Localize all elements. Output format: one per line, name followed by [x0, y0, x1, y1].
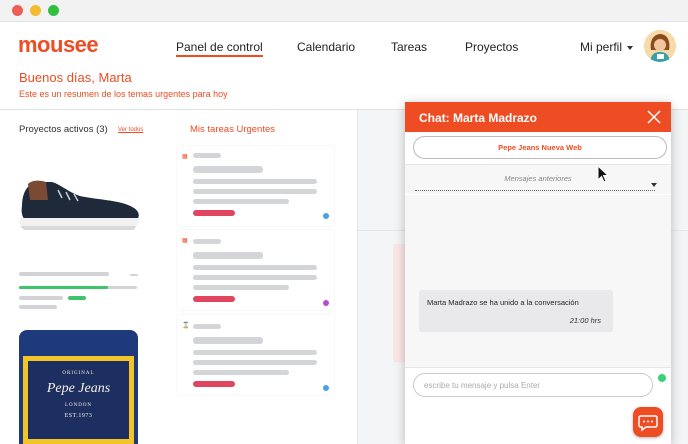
see-all-projects-link[interactable]: Ver todos	[118, 127, 143, 133]
nav-tareas[interactable]: Tareas	[391, 40, 427, 54]
task-text-placeholder	[193, 360, 317, 365]
task-date-placeholder	[193, 324, 221, 329]
chat-message-bubble: Marta Madrazo se ha unido a la conversac…	[419, 290, 613, 332]
task-text-placeholder	[193, 199, 289, 204]
nav-panel-de-control[interactable]: Panel de control	[176, 40, 263, 57]
chat-project-button[interactable]: Pepe Jeans Nueva Web	[413, 136, 667, 159]
task-date-placeholder	[193, 153, 221, 158]
dotted-divider	[415, 190, 655, 191]
chat-bubble-icon	[638, 415, 658, 432]
chat-title: Chat: Marta Madrazo	[419, 111, 538, 125]
urgent-task-card[interactable]: ▦	[177, 146, 334, 226]
task-tag	[193, 296, 235, 302]
app-window: mousee Panel de control Calendario Tarea…	[0, 0, 688, 444]
logo-est-text: EST.1973	[64, 413, 93, 419]
projects-title: Proyectos activos (3)	[19, 124, 108, 135]
task-title-placeholder	[193, 252, 263, 259]
greeting-subtitle: Este es un resumen de los temas urgentes…	[19, 89, 228, 99]
chat-message-time: 21:00 hrs	[569, 316, 601, 325]
hourglass-icon: ⌛	[182, 323, 190, 329]
logo-original-text: ORIGINAL	[62, 371, 95, 376]
profile-menu[interactable]: Mi perfil	[580, 40, 634, 54]
task-text-placeholder	[193, 179, 317, 184]
highlight-strip	[393, 244, 405, 362]
task-text-placeholder	[193, 285, 289, 290]
project-detail-placeholder	[19, 305, 57, 309]
mouse-cursor-icon	[597, 165, 609, 183]
chevron-down-icon[interactable]	[651, 183, 657, 187]
minimize-window-button[interactable]	[30, 5, 41, 16]
task-text-placeholder	[193, 189, 317, 194]
sneaker-product-image[interactable]	[18, 170, 142, 234]
top-header: mousee Panel de control Calendario Tarea…	[0, 22, 688, 64]
pepe-jeans-project-card[interactable]: ORIGINAL Pepe Jeans LONDON EST.1973	[19, 330, 138, 444]
logo-frame: ORIGINAL Pepe Jeans LONDON EST.1973	[26, 359, 131, 441]
chat-input-wrapper	[413, 373, 653, 397]
previous-messages-dropdown[interactable]: Mensajes anteriores	[405, 164, 671, 194]
task-text-placeholder	[193, 370, 289, 375]
project-progress-fill	[19, 286, 108, 289]
project-progress-bar	[19, 286, 137, 289]
logo-brand-text: Pepe Jeans	[46, 381, 111, 396]
project-status-pill	[68, 296, 86, 300]
task-date-placeholder	[193, 239, 221, 244]
project-name-placeholder	[19, 272, 109, 276]
user-avatar-icon[interactable]	[644, 30, 676, 62]
greeting-title: Buenos días, Marta	[19, 70, 132, 85]
chevron-down-icon	[627, 45, 634, 50]
previous-messages-label: Mensajes anteriores	[504, 174, 572, 183]
chat-panel: Chat: Marta Madrazo Pepe Jeans Nueva Web…	[405, 102, 671, 444]
logo-london-text: LONDON	[64, 403, 93, 408]
profile-label: Mi perfil	[580, 40, 623, 54]
task-text-placeholder	[193, 350, 317, 355]
calendar-icon: ▦	[182, 238, 188, 244]
calendar-icon: ▦	[182, 154, 188, 160]
task-text-placeholder	[193, 275, 317, 280]
mousee-logo[interactable]: mousee	[18, 32, 99, 58]
chat-input-divider	[405, 367, 671, 368]
close-window-button[interactable]	[12, 5, 23, 16]
urgent-task-card[interactable]: ⌛	[177, 315, 334, 395]
task-tag	[193, 381, 235, 387]
urgent-tasks-title: Mis tareas Urgentes	[190, 124, 276, 135]
task-text-placeholder	[193, 265, 317, 270]
chat-header: Chat: Marta Madrazo	[405, 102, 671, 132]
task-title-placeholder	[193, 166, 263, 173]
nav-proyectos[interactable]: Proyectos	[465, 40, 518, 54]
nav-calendario[interactable]: Calendario	[297, 40, 355, 54]
task-status-dot	[323, 213, 329, 219]
zoom-window-button[interactable]	[48, 5, 59, 16]
task-tag	[193, 210, 235, 216]
chat-message-text: Marta Madrazo se ha unido a la conversac…	[427, 298, 579, 307]
urgent-task-card[interactable]: ▦	[177, 230, 334, 310]
chat-launcher-button[interactable]	[633, 407, 663, 437]
chat-messages-area	[405, 195, 671, 367]
chat-message-input[interactable]	[424, 379, 644, 392]
task-status-dot	[323, 300, 329, 306]
online-status-dot	[658, 374, 666, 382]
close-icon[interactable]	[647, 110, 661, 124]
project-detail-placeholder	[19, 296, 63, 300]
task-status-dot	[323, 385, 329, 391]
project-meta-placeholder	[130, 274, 138, 276]
window-titlebar	[0, 0, 688, 22]
task-title-placeholder	[193, 337, 263, 344]
pepe-jeans-logo: ORIGINAL Pepe Jeans LONDON EST.1973	[23, 356, 134, 444]
